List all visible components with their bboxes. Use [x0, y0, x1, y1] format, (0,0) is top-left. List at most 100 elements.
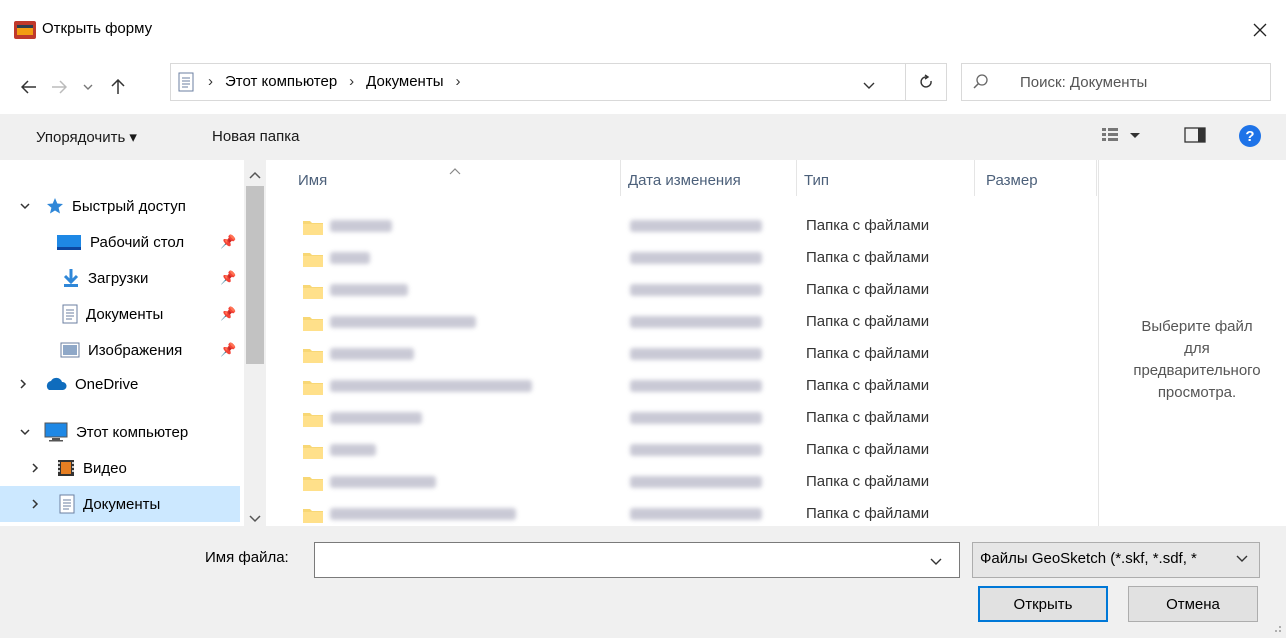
cancel-button[interactable]: Отмена [1128, 586, 1258, 622]
breadcrumb-documents[interactable]: Документы [366, 73, 443, 90]
folder-icon [303, 221, 323, 235]
window-title: Открыть форму [42, 20, 153, 37]
video-icon [58, 460, 74, 476]
nav-documents-pc[interactable]: Документы [32, 488, 160, 520]
open-button[interactable]: Открыть [978, 586, 1108, 622]
nav-onedrive[interactable]: OneDrive [20, 368, 138, 400]
preview-message-line: Выберите файл [1141, 318, 1253, 335]
desktop-icon [57, 235, 81, 250]
back-button[interactable] [16, 74, 42, 100]
pin-icon[interactable]: 📌 [220, 306, 236, 322]
file-type-dropdown[interactable] [1236, 550, 1248, 572]
column-divider[interactable] [974, 160, 975, 196]
filename-input[interactable] [314, 542, 960, 578]
file-row[interactable]: Папка с файлами [296, 370, 1096, 402]
file-name-redacted [330, 380, 532, 392]
refresh-button[interactable] [905, 63, 947, 101]
column-divider[interactable] [1096, 160, 1097, 196]
breadcrumb-this-pc[interactable]: Этот компьютер [225, 73, 337, 90]
close-button[interactable] [1240, 12, 1280, 48]
pin-icon[interactable]: 📌 [220, 234, 236, 250]
folder-icon [303, 253, 323, 267]
file-row[interactable]: Папка с файлами [296, 242, 1096, 274]
file-name-redacted [330, 348, 414, 360]
nav-videos[interactable]: Видео [32, 452, 127, 484]
nav-desktop[interactable]: Рабочий стол [56, 226, 184, 258]
document-icon [178, 72, 194, 96]
file-row[interactable]: Папка с файлами [296, 338, 1096, 370]
folder-icon [303, 285, 323, 299]
recent-locations-button[interactable] [76, 74, 100, 100]
arrow-up-icon [111, 79, 125, 94]
file-row[interactable]: Папка с файлами [296, 466, 1096, 498]
search-icon [972, 73, 990, 95]
file-type: Папка с файлами [806, 505, 930, 522]
nav-label: Документы [86, 305, 164, 323]
breadcrumb: › Этот компьютер › Документы › [208, 73, 461, 90]
nav-label: Видео [83, 459, 127, 477]
preview-message-line: просмотра. [1157, 384, 1237, 401]
document-icon [62, 304, 78, 324]
folder-icon [303, 509, 323, 523]
file-row[interactable]: Папка с файлами [296, 274, 1096, 306]
column-header-size[interactable]: Размер [986, 172, 1038, 189]
view-options-icon [1102, 128, 1140, 141]
breadcrumb-separator-icon[interactable]: › [456, 73, 461, 90]
file-type-filter-value: Файлы GeoSketch (*.skf, *.sdf, * [980, 550, 1197, 567]
breadcrumb-separator-icon: › [208, 73, 213, 90]
folder-icon [303, 445, 323, 459]
filename-dropdown[interactable] [930, 552, 942, 569]
breadcrumb-separator-icon: › [349, 73, 355, 90]
download-icon [63, 269, 79, 287]
pin-icon[interactable]: 📌 [220, 270, 236, 286]
column-header-type[interactable]: Тип [804, 172, 829, 189]
star-icon [47, 198, 63, 214]
file-row[interactable]: Папка с файлами [296, 402, 1096, 434]
file-name-redacted [330, 476, 436, 488]
file-date-redacted [630, 348, 762, 360]
computer-icon [44, 422, 68, 442]
chevron-down-icon [863, 82, 875, 89]
resize-grip-icon[interactable] [1270, 620, 1282, 637]
file-row[interactable]: Папка с файлами [296, 210, 1096, 242]
file-type: Папка с файлами [806, 345, 930, 362]
address-history-dropdown[interactable] [856, 73, 882, 97]
nav-downloads[interactable]: Загрузки [62, 262, 148, 294]
chevron-down-icon [930, 558, 942, 565]
file-date-redacted [630, 476, 762, 488]
nav-scrollbar-thumb[interactable] [246, 186, 264, 364]
column-divider[interactable] [620, 160, 621, 196]
preview-pane-button[interactable] [1183, 124, 1207, 150]
chevron-down-icon [20, 202, 30, 209]
command-bar [0, 114, 1286, 160]
nav-quick-access[interactable]: Быстрый доступ [20, 190, 186, 222]
column-divider[interactable] [796, 160, 797, 196]
scroll-up-icon[interactable] [249, 166, 261, 183]
file-type: Папка с файлами [806, 441, 930, 458]
scroll-down-icon[interactable] [249, 510, 261, 527]
picture-icon [60, 342, 80, 358]
folder-icon [303, 477, 323, 491]
help-button[interactable]: ? [1238, 124, 1262, 152]
open-button-label: Открыть [1013, 595, 1073, 613]
column-header-name[interactable]: Имя [298, 172, 327, 189]
nav-pictures[interactable]: Изображения [60, 334, 182, 366]
pin-icon[interactable]: 📌 [220, 342, 236, 358]
filename-label: Имя файла: [205, 549, 289, 566]
file-row[interactable]: Папка с файлами [296, 306, 1096, 338]
up-button[interactable] [105, 74, 131, 100]
forward-button[interactable] [46, 74, 72, 100]
file-row[interactable]: Папка с файлами [296, 434, 1096, 466]
nav-label: OneDrive [75, 375, 139, 393]
column-header-date[interactable]: Дата изменения [628, 172, 741, 189]
folder-icon [303, 349, 323, 363]
file-date-redacted [630, 444, 762, 456]
organize-button[interactable]: Упорядочить ▾ [36, 128, 137, 146]
change-view-button[interactable] [1100, 124, 1148, 150]
new-folder-button[interactable]: Новая папка [212, 128, 299, 145]
nav-documents-quick[interactable]: Документы [62, 298, 163, 330]
search-input[interactable]: Поиск: Документы [1020, 74, 1147, 91]
nav-label: Изображения [88, 341, 183, 359]
arrow-left-icon [21, 80, 36, 94]
nav-this-pc[interactable]: Этот компьютер [20, 416, 188, 448]
